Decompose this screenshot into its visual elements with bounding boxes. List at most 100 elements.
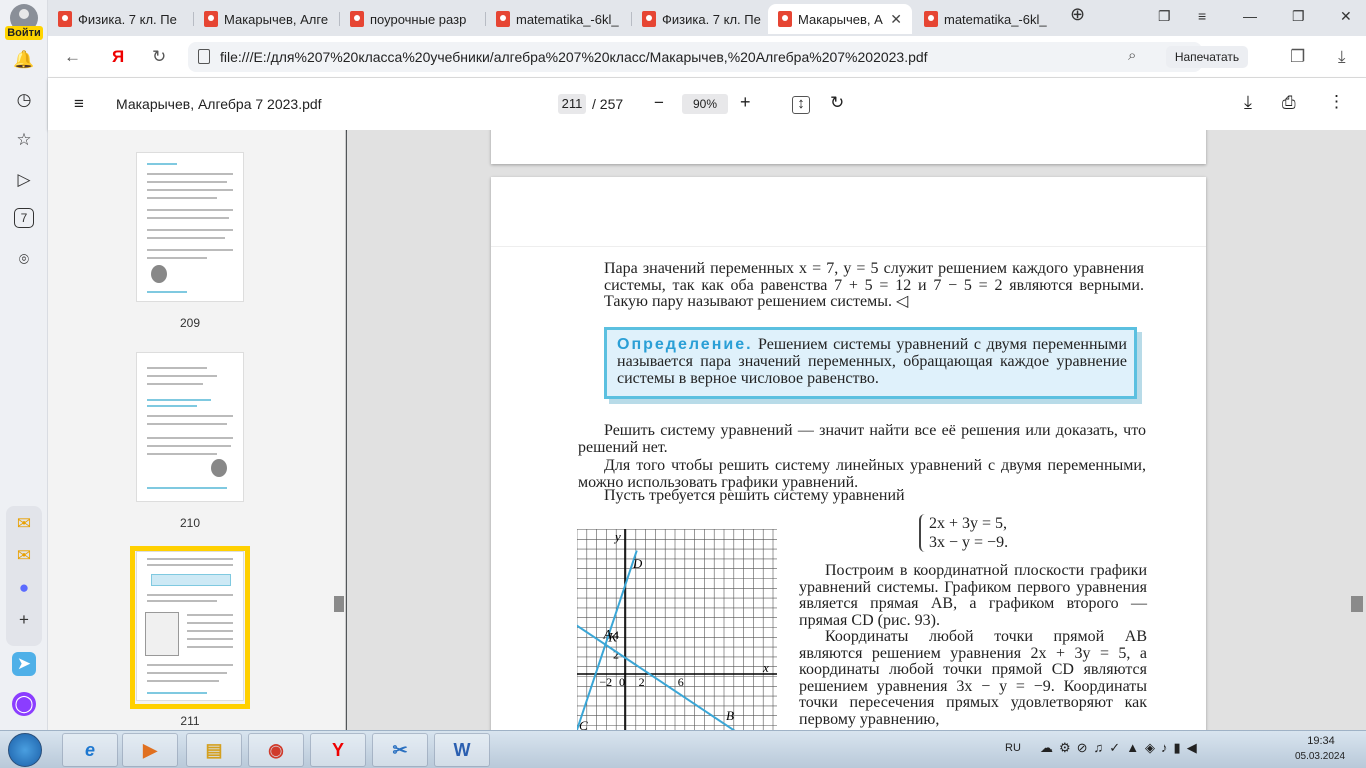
tabs-manager-icon[interactable]: ❐ (1158, 8, 1171, 25)
add-icon[interactable]: + (12, 608, 36, 632)
play-icon[interactable]: ▷ (12, 168, 36, 192)
x-tick-label: 2 (639, 675, 645, 689)
tab-item[interactable]: Физика. 7 кл. Пе (48, 4, 192, 34)
thumbnail-label: 210 (179, 516, 201, 530)
pdf-icon (924, 11, 938, 27)
bell-icon[interactable]: 🔔 (12, 48, 36, 72)
thumbnail-panel: 209 210 211 (48, 130, 346, 730)
internet-explorer-icon[interactable]: e (62, 733, 118, 767)
messenger-icon[interactable]: ● (12, 576, 36, 600)
alice-icon[interactable]: ◯ (12, 692, 36, 716)
send-icon[interactable]: ➤ (12, 652, 36, 676)
menu-icon[interactable]: ≡ (74, 94, 84, 114)
tab-label: Макарычев, Алге (224, 11, 329, 27)
address-bar-row: ← Я ↻ file:///E:/для%207%20класса%20учеб… (48, 36, 1366, 78)
tab-label: Физика. 7 кл. Пе (662, 11, 761, 27)
download-icon[interactable]: ⤓ (1244, 92, 1252, 113)
mail-icon[interactable]: ✉ (12, 512, 36, 536)
x-tick-label: 6 (678, 675, 684, 689)
previous-page (491, 130, 1206, 164)
point-label-k: K (607, 630, 618, 645)
yandex-icon[interactable]: Я (112, 47, 124, 67)
tab-label: matematika_-6kl_ (516, 11, 619, 27)
tab-item[interactable]: matematika_-6kl_ (914, 4, 1058, 34)
history-icon[interactable]: ◷ (12, 88, 36, 112)
minimize-icon[interactable]: — (1243, 8, 1257, 24)
explorer-icon[interactable]: ▤ (186, 733, 242, 767)
thumbnail-page[interactable] (136, 152, 244, 302)
tab-item[interactable]: Физика. 7 кл. Пе (632, 4, 776, 34)
thumbnail-scrollbar-thumb[interactable] (334, 596, 344, 612)
media-player-icon[interactable]: ▶ (122, 733, 178, 767)
bookmark-star-icon[interactable]: ☆ (12, 128, 36, 152)
clock-time[interactable]: 19:34 (1296, 735, 1346, 747)
pdf-icon (58, 11, 72, 27)
word-icon[interactable]: W (434, 733, 490, 767)
close-tab-icon[interactable]: ✕ (890, 11, 902, 28)
windows-taskbar: e ▶ ▤ ◉ Y ✂ W RU ☁⚙⊘♫✓▲◈♪▮◀ 19:34 05.03.… (0, 730, 1366, 768)
definition-heading: Определение. (617, 336, 753, 353)
point-label-b: B (726, 708, 734, 723)
more-options-icon[interactable]: ⋮ (1328, 92, 1345, 112)
rotate-icon[interactable]: ↻ (830, 93, 844, 113)
tab-strip: Физика. 7 кл. Пе Макарычев, Алге поурочн… (48, 0, 1366, 36)
document-viewer: Пара значений переменных x = 7, y = 5 сл… (347, 130, 1366, 730)
restore-icon[interactable]: ❐ (1292, 8, 1305, 25)
start-button[interactable] (8, 733, 42, 767)
download-icon[interactable]: ⤓ (1338, 47, 1346, 67)
tab-label: Макарычев, А (798, 11, 883, 27)
calendar-icon[interactable]: 7 (14, 208, 34, 228)
thumbnail-label: 211 (180, 714, 200, 728)
mail-2-icon[interactable]: ✉ (12, 544, 36, 568)
tab-label: Физика. 7 кл. Пе (78, 11, 177, 27)
zoom-level-input[interactable]: 90% (682, 94, 728, 114)
camera-icon[interactable]: ⌾ (12, 248, 36, 272)
document-scrollbar-thumb[interactable] (1351, 596, 1363, 612)
paragraph-build-graphs: Построим в координатной плоскости график… (799, 562, 1147, 629)
print-icon[interactable]: ⎙ (1282, 93, 1296, 113)
paragraph-solution: Пара значений переменных x = 7, y = 5 сл… (604, 260, 1144, 310)
snipping-tool-icon[interactable]: ✂ (372, 733, 428, 767)
search-icon[interactable]: ⌕ (1128, 47, 1136, 64)
menu-icon[interactable]: ≡ (1198, 8, 1206, 24)
tray-icons[interactable]: ☁⚙⊘♫✓▲◈♪▮◀ (1040, 740, 1203, 756)
total-pages: / 257 (592, 96, 624, 112)
yandex-browser-icon[interactable]: Y (310, 733, 366, 767)
pdf-title: Макарычев, Алгебра 7 2023.pdf (116, 96, 322, 112)
pdf-icon (204, 11, 218, 27)
print-page-button[interactable]: Напечатать (1166, 46, 1248, 68)
pdf-toolbar: ≡ Макарычев, Алгебра 7 2023.pdf 211 / 25… (48, 78, 1366, 130)
point-label-c: C (579, 718, 588, 730)
url-text: file:///E:/для%207%20класса%20учебники/а… (220, 49, 928, 65)
tab-item[interactable]: matematika_-6kl_ (486, 4, 630, 34)
language-indicator[interactable]: RU (1005, 742, 1021, 754)
login-button[interactable]: Войти (5, 26, 43, 40)
url-field[interactable]: file:///E:/для%207%20класса%20учебники/а… (188, 42, 1202, 72)
paragraph-solve-system: Решить систему уравнений — значит найти … (578, 422, 1146, 456)
equation-1: 2x + 3y = 5, (929, 515, 1008, 532)
close-window-icon[interactable]: ✕ (1340, 8, 1352, 25)
paragraph-coordinates: Координаты любой точки прямой AB являютс… (799, 628, 1147, 728)
thumbnail-page[interactable] (136, 352, 244, 502)
definition-text: Определение. Решением системы уравнений … (617, 336, 1127, 387)
thumbnail-label: 209 (179, 316, 201, 330)
tab-item[interactable]: Макарычев, Алге (194, 4, 338, 34)
zoom-in-icon[interactable]: + (740, 92, 751, 113)
current-page: Пара значений переменных x = 7, y = 5 сл… (491, 177, 1206, 730)
selected-thumbnail-frame (130, 546, 250, 709)
clock-date[interactable]: 05.03.2024 (1290, 751, 1350, 762)
back-icon[interactable]: ← (64, 47, 81, 67)
new-tab-icon[interactable]: ⊕ (1070, 4, 1085, 25)
page-number-input[interactable]: 211 (558, 94, 586, 114)
coordinate-graph: xy−2 0 2 642ABCDK (577, 529, 777, 730)
collections-icon[interactable]: ❐ (1290, 47, 1305, 67)
chrome-icon[interactable]: ◉ (248, 733, 304, 767)
pdf-icon (778, 11, 792, 27)
zoom-out-icon[interactable]: − (654, 93, 664, 113)
tab-label: поурочные разр (370, 11, 467, 27)
browser-sidebar: Войти 🔔 ◷ ☆ ▷ 7 ⌾ ✉ ✉ ● + ➤ ◯ (0, 0, 48, 730)
tab-item-active[interactable]: Макарычев, А ✕ (768, 4, 912, 34)
tab-item[interactable]: поурочные разр (340, 4, 484, 34)
fit-page-icon[interactable]: ↕ (792, 96, 810, 114)
reload-icon[interactable]: ↻ (152, 47, 166, 67)
